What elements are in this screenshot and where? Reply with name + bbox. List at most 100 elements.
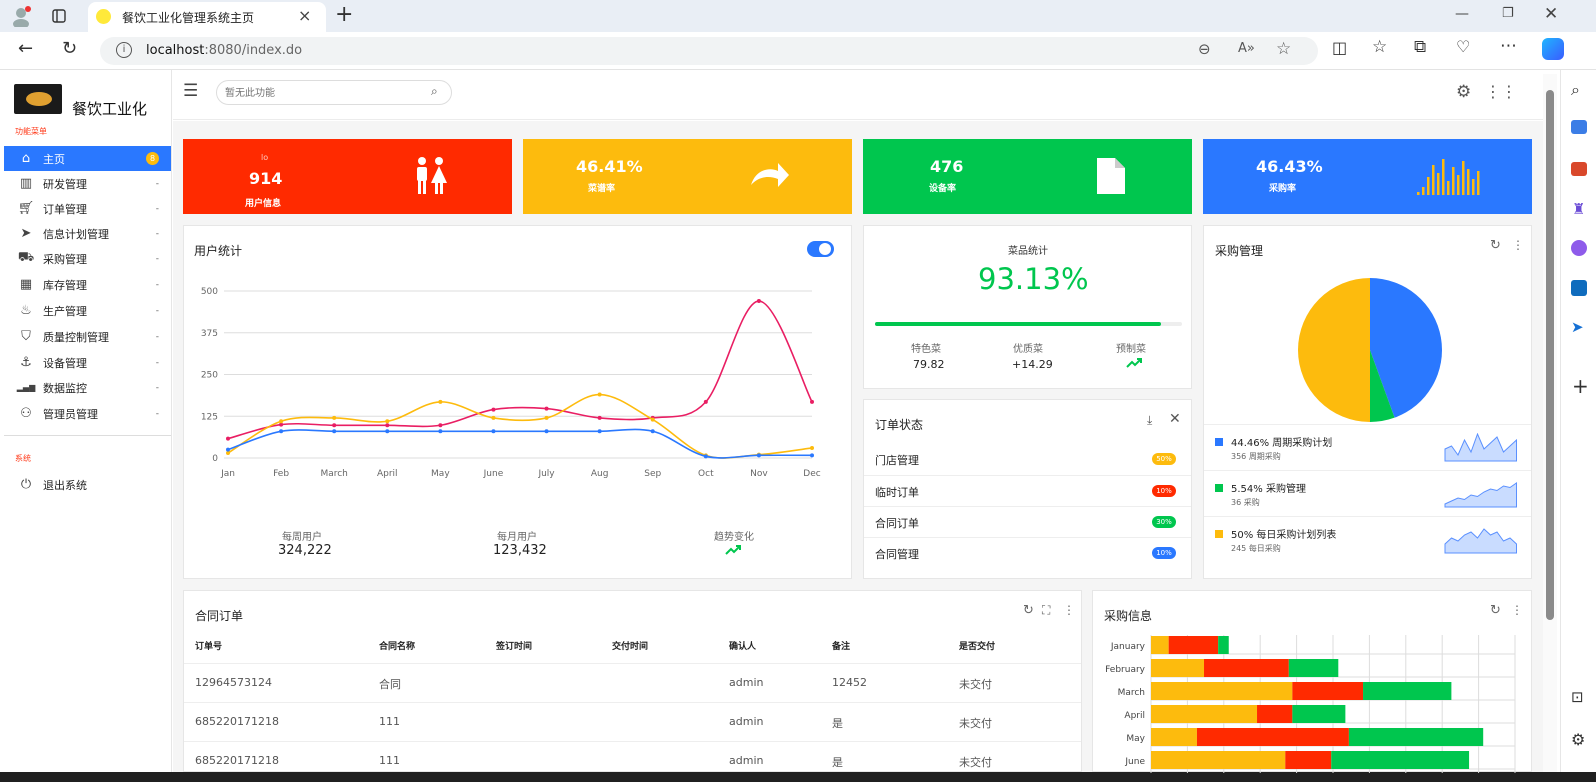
legend-row[interactable]: 44.46% 周期采购计划 356 周期采购 (1204, 424, 1531, 470)
more-menu-icon[interactable]: ⋯ (1500, 36, 1517, 56)
new-tab-icon[interactable]: + (335, 2, 353, 27)
series-point (332, 423, 337, 428)
more-vert-icon[interactable]: ⋮ (1512, 238, 1524, 252)
stat-card-recipe[interactable]: 46.41% 菜谱率 (523, 139, 852, 214)
table-row[interactable]: 12964573124 合同 admin 12452 未交付 (184, 663, 1081, 702)
minimize-icon[interactable]: — (1455, 6, 1469, 22)
table-row[interactable]: 685220171218 111 admin 是 未交付 (184, 702, 1081, 741)
search-input[interactable] (225, 85, 421, 101)
sidebar-item-logout[interactable]: ⏻ 退出系统 (4, 472, 171, 497)
refresh-icon[interactable]: ↻ (1490, 603, 1501, 618)
close-icon[interactable]: ✕ (1169, 411, 1181, 427)
monthly-value: 123,432 (493, 543, 547, 558)
split-screen-icon[interactable]: ◫ (1332, 38, 1347, 57)
download-icon[interactable]: ⤓ (1147, 413, 1152, 428)
search-icon[interactable]: ⌕ (431, 84, 438, 99)
y-category-label: May (1126, 734, 1145, 744)
edge-chess-icon[interactable]: ♜ (1572, 200, 1585, 218)
stat-card-equipment[interactable]: 476 设备率 (863, 139, 1192, 214)
site-info-icon[interactable]: i (116, 42, 132, 58)
stack-bar-segment (1168, 636, 1219, 654)
order-status-row[interactable]: 门店管理 50% (864, 444, 1191, 475)
sidebar-item-2[interactable]: 🛒︎ 订单管理 - (4, 196, 171, 221)
apps-grid-icon[interactable]: ⋮⋮ (1485, 82, 1517, 101)
series-line-1 (227, 393, 813, 459)
spark-bar (1422, 187, 1425, 195)
browser-tab[interactable]: 餐饮工业化管理系统主页 × (88, 2, 326, 32)
sidebar-item-10[interactable]: ⚇ 管理员管理 - (4, 401, 171, 426)
sidebar-item-6[interactable]: ♨ 生产管理 - (4, 298, 171, 323)
edge-add-icon[interactable]: + (1572, 374, 1589, 398)
table-header: 备注 (832, 642, 851, 652)
monthly-label: 每月用户 (497, 532, 537, 543)
edge-send-icon[interactable]: ➤ (1571, 318, 1584, 336)
spark-bar (1462, 161, 1465, 195)
stat-card-users[interactable]: lo 914 用户信息 (183, 139, 512, 214)
refresh-icon[interactable]: ↻ (1490, 238, 1501, 253)
legend-row[interactable]: 50% 每日采购计划列表 245 每日采购 (1204, 516, 1531, 562)
legend-title: 50% 每日采购计划列表 (1231, 530, 1337, 541)
table-header: 合同名称 (379, 642, 416, 652)
edge-settings-icon[interactable]: ⚙ (1571, 730, 1585, 749)
restore-icon[interactable]: ❐ (1502, 6, 1514, 21)
tab-actions-icon[interactable] (50, 8, 68, 24)
collections-icon[interactable]: ⧉ (1414, 37, 1426, 57)
order-status-row[interactable]: 合同管理 10% (864, 537, 1191, 568)
close-window-icon[interactable]: ✕ (1544, 4, 1558, 24)
legend-row[interactable]: 5.54% 采购管理 36 采购 (1204, 470, 1531, 516)
edge-tools-icon[interactable] (1571, 162, 1587, 176)
read-aloud-icon[interactable]: A» (1238, 41, 1255, 56)
tab-title: 餐饮工业化管理系统主页 (122, 11, 255, 25)
spark-bar (1442, 159, 1445, 195)
sidebar-item-1[interactable]: ▥ 研发管理 - (4, 171, 171, 196)
sidebar-item-8[interactable]: ⚓︎ 设备管理 - (4, 350, 171, 375)
sparkline-area (1444, 482, 1517, 508)
favorite-star-icon[interactable]: ☆ (1276, 39, 1291, 59)
stat-label: 菜谱率 (588, 184, 616, 194)
settings-gear-icon[interactable]: ⚙ (1456, 82, 1471, 102)
back-icon[interactable]: ← (18, 38, 33, 59)
toggle-switch[interactable] (807, 241, 834, 257)
zoom-icon[interactable]: ⊖ (1198, 40, 1211, 58)
edge-office-icon[interactable] (1571, 240, 1587, 256)
table-row[interactable]: 685220171218 111 admin 是 未交付 (184, 741, 1081, 780)
address-bar[interactable]: i localhost:8080/index.do ⊖ A» ☆ (100, 37, 1318, 65)
health-icon[interactable]: ♡ (1456, 37, 1470, 56)
sidebar-item-9[interactable]: ▂▄▆ 数据监控 - (4, 375, 171, 400)
chevron-icon: - (155, 331, 159, 342)
sidebar-item-7[interactable]: ⛉ 质量控制管理 - (4, 324, 171, 349)
hamburger-menu-icon[interactable]: ☰ (183, 81, 198, 101)
profile-avatar[interactable] (8, 6, 34, 27)
edge-outlook-icon[interactable] (1571, 280, 1587, 296)
more-vert-icon[interactable]: ⋮ (1063, 603, 1075, 617)
sidebar-item-4[interactable]: ⛟ 采购管理 - (4, 246, 171, 271)
page-scrollbar[interactable] (1543, 74, 1557, 772)
weekly-value: 324,222 (278, 543, 332, 558)
scrollbar-thumb[interactable] (1546, 90, 1554, 620)
refresh-icon[interactable]: ↻ (62, 38, 77, 59)
order-status-row[interactable]: 临时订单 10% (864, 475, 1191, 506)
spark-bar (1477, 171, 1480, 195)
stat-card-purchase[interactable]: 46.43% 采购率 (1203, 139, 1532, 214)
sidebar-item-5[interactable]: ▦ 库存管理 - (4, 272, 171, 297)
tab-close-icon[interactable]: × (298, 6, 311, 25)
table-cell: 未交付 (959, 678, 992, 691)
url-host: localhost (146, 43, 205, 58)
y-tick-label: 375 (201, 329, 218, 339)
favorites-icon[interactable]: ☆ (1372, 37, 1387, 57)
edge-screenshot-icon[interactable]: ⊡ (1571, 688, 1584, 706)
x-tick-label: April (377, 469, 398, 479)
edge-search-icon[interactable]: ⌕ (1571, 80, 1580, 100)
series-point (332, 429, 337, 434)
edge-tag-icon[interactable] (1571, 120, 1587, 134)
fullscreen-icon[interactable]: ⛶ (1042, 603, 1050, 618)
sidebar-item-3[interactable]: ➤ 信息计划管理 - (4, 221, 171, 246)
special-value: 79.82 (913, 358, 945, 371)
refresh-icon[interactable]: ↻ (1023, 603, 1034, 618)
sidebar-item-0[interactable]: ⌂ 主页 8 (4, 146, 171, 171)
x-tick-label: June (483, 469, 504, 479)
search-box[interactable]: ⌕ (216, 80, 452, 105)
order-status-row[interactable]: 合同订单 30% (864, 506, 1191, 537)
copilot-icon[interactable] (1542, 38, 1564, 60)
more-vert-icon[interactable]: ⋮ (1511, 603, 1523, 617)
